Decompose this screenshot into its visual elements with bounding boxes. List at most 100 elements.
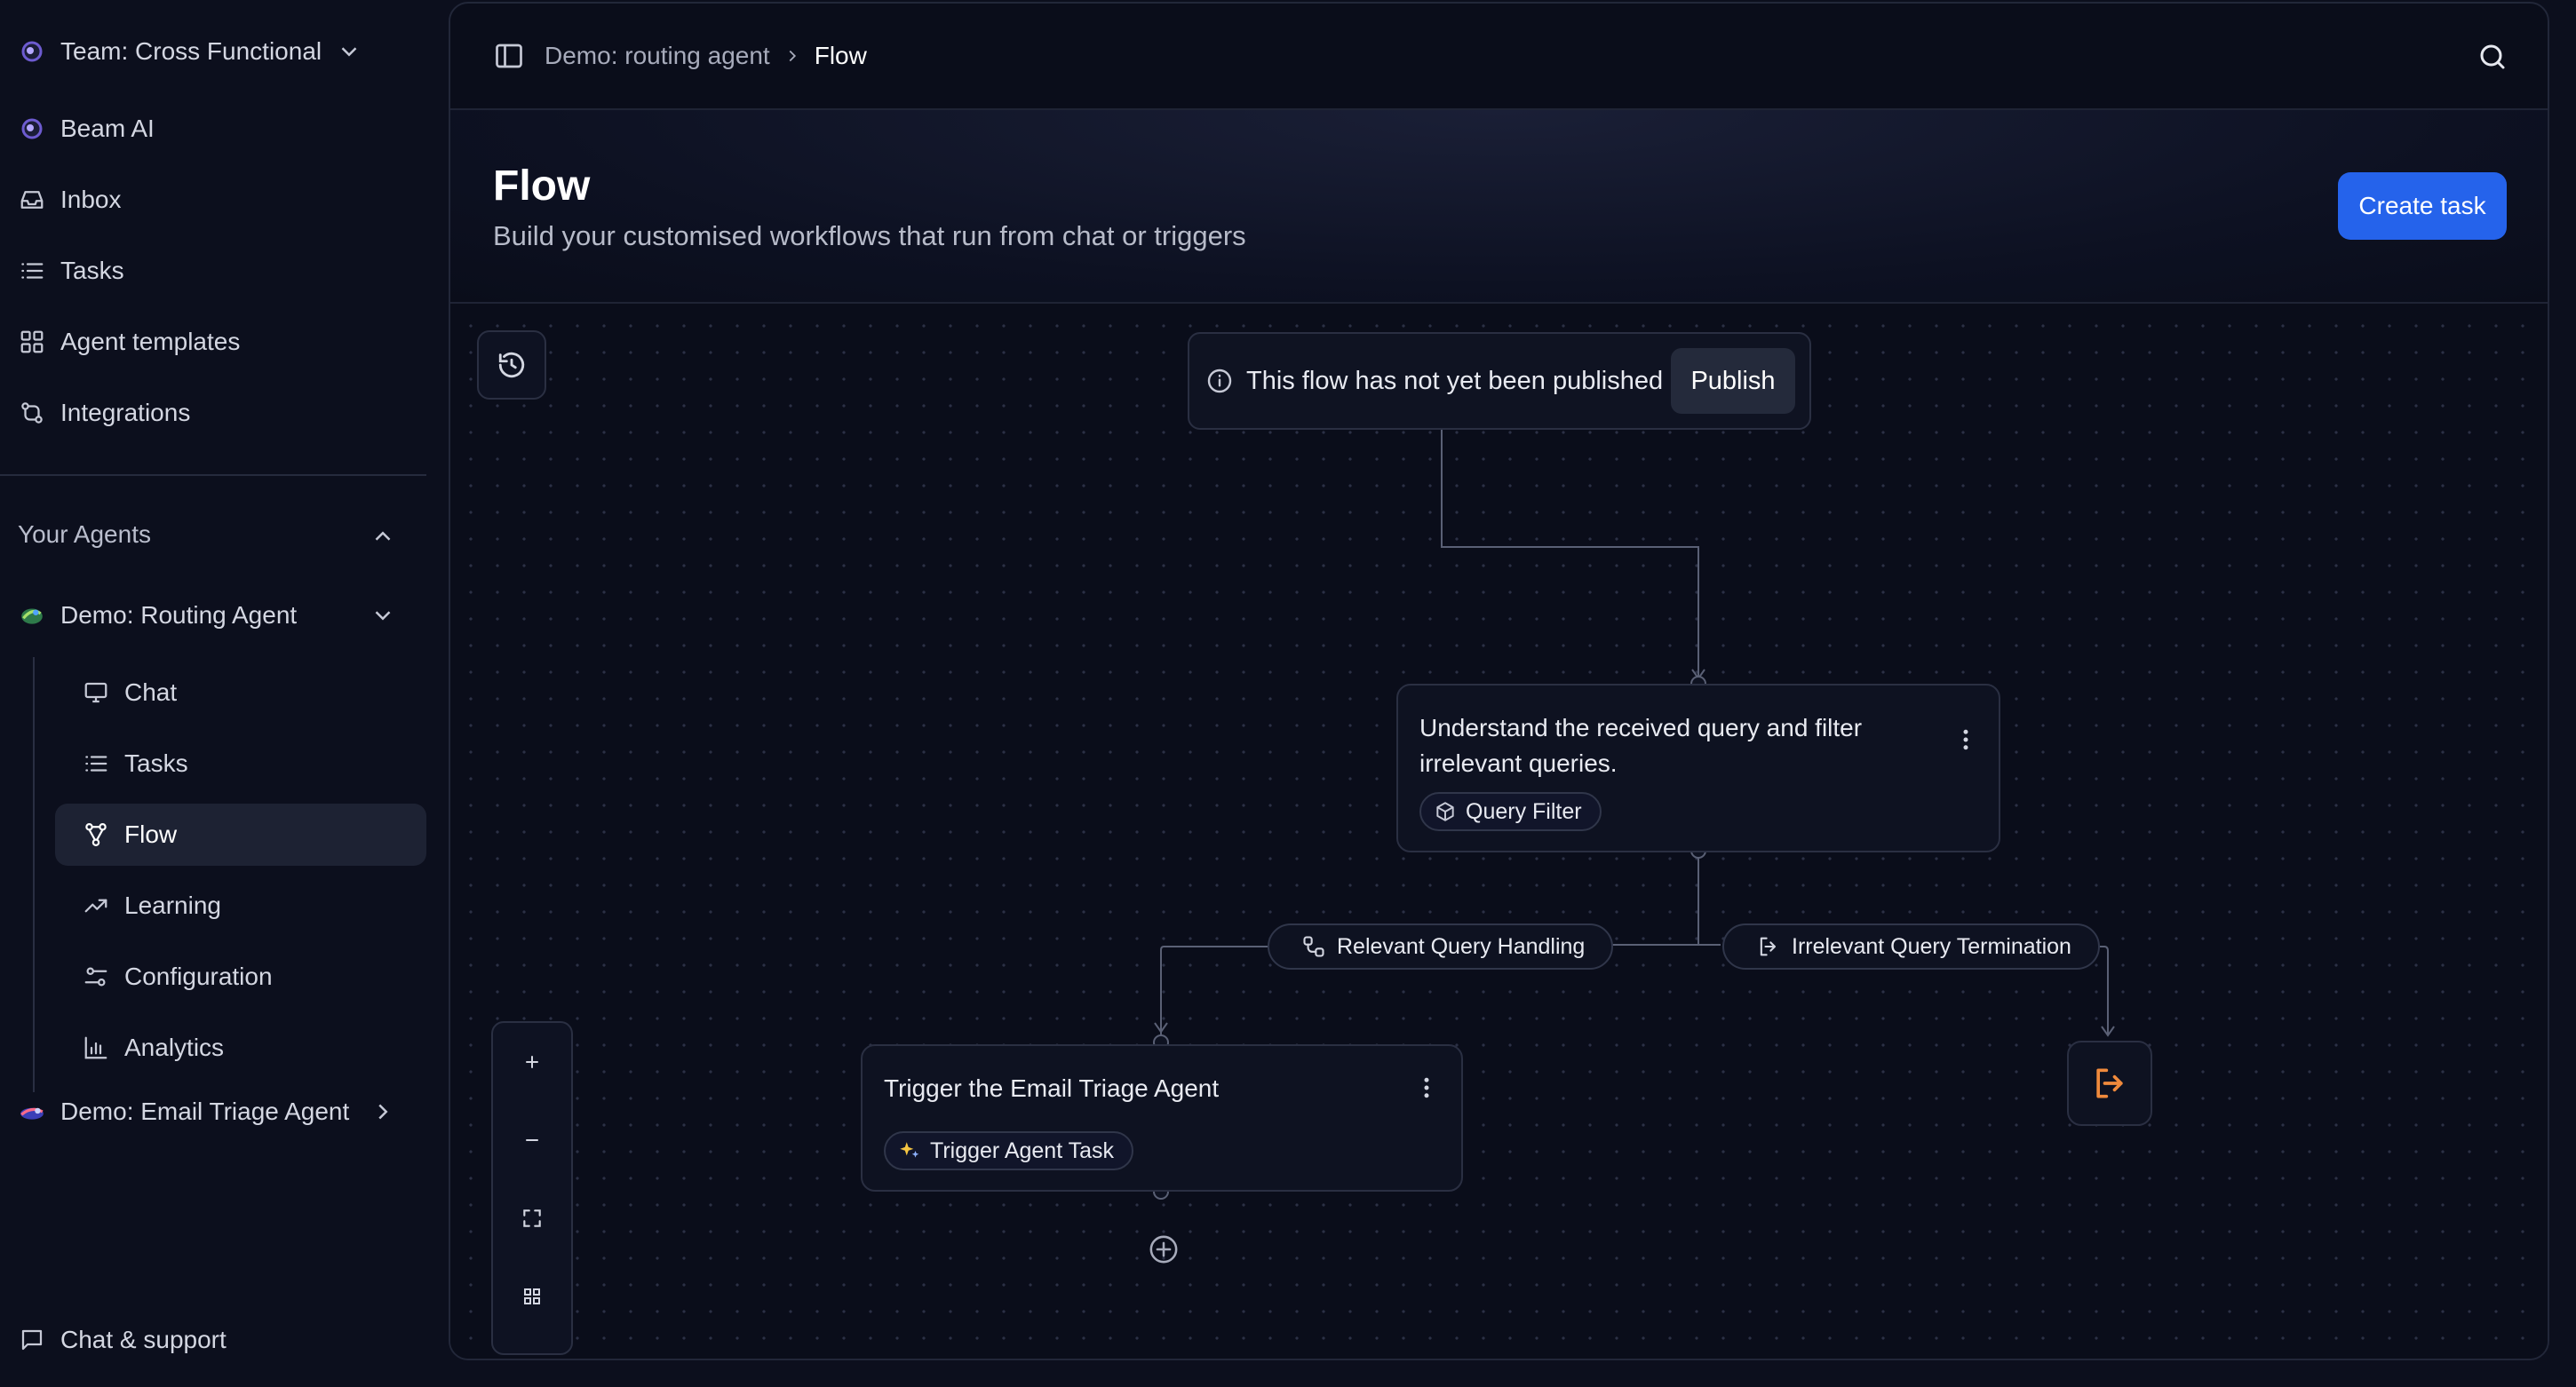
sidebar-item-label: Configuration: [124, 963, 273, 990]
create-task-button[interactable]: Create task: [2338, 172, 2507, 240]
sidebar-item-chat[interactable]: Chat: [55, 662, 426, 724]
list-icon: [80, 748, 112, 780]
sidebar-item-learning[interactable]: Learning: [55, 875, 426, 937]
page-header: Flow Build your customised workflows tha…: [450, 110, 2548, 304]
banner-text: This flow has not yet been published: [1246, 366, 1664, 395]
list-icon: [16, 255, 48, 287]
flow-icon: [80, 819, 112, 851]
agent-avatar-icon: [16, 1096, 48, 1128]
sidebar-item-label: Chat: [124, 678, 178, 706]
page-title: Flow: [493, 162, 591, 210]
nav-integrations[interactable]: Integrations: [0, 382, 190, 444]
sidebar-item-label: Analytics: [124, 1034, 225, 1061]
chevron-right-icon[interactable]: [370, 1098, 396, 1125]
team-switcher[interactable]: Team: Cross Functional: [0, 20, 373, 83]
chat-bubble-icon: [16, 1324, 48, 1356]
exit-icon: [2096, 1068, 2123, 1098]
zoom-controls: [491, 1021, 573, 1355]
integrations-icon: [16, 397, 48, 429]
your-agents-heading: Your Agents: [18, 520, 151, 548]
sidebar-item-label: Flow: [124, 820, 178, 848]
inbox-icon: [16, 184, 48, 216]
edge-filter-relevant: [1594, 852, 1699, 946]
node-description-line: Understand the received query and filter: [1419, 714, 1863, 741]
team-logo-icon: [16, 36, 48, 67]
sidebar: Team: Cross Functional Beam AI Inbox Tas…: [0, 0, 444, 1387]
edge-label-relevant[interactable]: Relevant Query Handling: [1268, 923, 1614, 970]
node-description-line: irrelevant queries.: [1419, 749, 1618, 777]
edge-label-text: Relevant Query Handling: [1337, 933, 1586, 959]
nav-label: Tasks: [60, 257, 124, 284]
agent-email-triage[interactable]: Demo: Email Triage Agent: [0, 1081, 409, 1143]
nav-agent-templates[interactable]: Agent templates: [0, 311, 240, 373]
nav-label: Inbox: [60, 186, 122, 213]
nav-tasks[interactable]: Tasks: [0, 240, 124, 302]
more-vertical-icon[interactable]: [1413, 1074, 1440, 1101]
minimap-button[interactable]: [493, 1257, 571, 1335]
agent-name: Demo: Email Triage Agent: [60, 1098, 350, 1125]
monitor-icon: [80, 677, 112, 709]
sidebar-divider: [0, 474, 426, 476]
page-subtitle: Build your customised workflows that run…: [493, 220, 1246, 251]
more-vertical-icon[interactable]: [1952, 726, 1979, 753]
chat-support-link[interactable]: Chat & support: [0, 1309, 227, 1371]
cube-icon: [1436, 802, 1454, 821]
agent-tree-line: [33, 657, 35, 1092]
sidebar-toggle-icon[interactable]: [493, 40, 525, 72]
sidebar-item-label: Learning: [124, 892, 221, 919]
edge-label-irrelevant[interactable]: Irrelevant Query Termination: [1722, 923, 2100, 970]
breadcrumb-parent[interactable]: Demo: routing agent: [545, 42, 770, 70]
nav-label: Beam AI: [60, 115, 155, 142]
team-name: Team: Cross Functional: [60, 37, 322, 65]
edge-label-text: Irrelevant Query Termination: [1792, 933, 2071, 959]
add-step-icon[interactable]: [1149, 1234, 1179, 1264]
flow-canvas[interactable]: This flow has not yet been published Pub…: [450, 305, 2548, 1359]
main-panel: Demo: routing agent Flow Flow Build your…: [449, 2, 2549, 1360]
support-label: Chat & support: [60, 1326, 227, 1353]
beam-logo-icon: [16, 113, 48, 145]
agent-avatar-icon: [16, 599, 48, 631]
agent-routing[interactable]: Demo: Routing Agent: [0, 584, 409, 646]
route-icon: [1303, 936, 1324, 957]
sliders-icon: [80, 961, 112, 993]
publish-button[interactable]: Publish: [1671, 348, 1795, 414]
topbar: Demo: routing agent Flow: [450, 4, 2548, 110]
sidebar-item-configuration[interactable]: Configuration: [55, 946, 426, 1008]
edge-relevant-to-trigger: [1160, 946, 1268, 1035]
nav-inbox[interactable]: Inbox: [0, 169, 122, 231]
sidebar-item-flow[interactable]: Flow: [55, 804, 426, 866]
node-description: Trigger the Email Triage Agent: [884, 1074, 1220, 1102]
node-description: Understand the received query and filter…: [1419, 710, 1862, 781]
node-trigger-agent[interactable]: Trigger the Email Triage Agent Trigger A…: [861, 1044, 1463, 1192]
history-button[interactable]: [477, 330, 546, 400]
sidebar-item-analytics[interactable]: Analytics: [55, 1017, 426, 1079]
chevron-down-icon[interactable]: [336, 38, 362, 65]
fit-view-icon: [523, 1209, 541, 1227]
grid-icon: [16, 326, 48, 358]
agent-name: Demo: Routing Agent: [60, 601, 298, 629]
unpublished-banner: This flow has not yet been published Pub…: [1188, 332, 1811, 430]
end-node[interactable]: [2067, 1041, 2152, 1126]
chevron-up-icon[interactable]: [370, 523, 396, 550]
trend-icon: [80, 890, 112, 922]
history-icon: [498, 352, 525, 378]
plus-icon: [526, 1056, 538, 1068]
zoom-in-button[interactable]: [493, 1023, 571, 1101]
sidebar-item-label: Tasks: [124, 749, 188, 777]
nav-beam-ai[interactable]: Beam AI: [0, 98, 155, 160]
fit-view-button[interactable]: [493, 1179, 571, 1257]
edge-start-to-filter: [1441, 430, 1699, 682]
sidebar-item-tasks[interactable]: Tasks: [55, 733, 426, 795]
search-icon[interactable]: [2477, 41, 2508, 73]
tag-label: Query Filter: [1466, 798, 1582, 824]
tag-label: Trigger Agent Task: [930, 1137, 1115, 1163]
zoom-out-button[interactable]: [493, 1101, 571, 1179]
nav-label: Integrations: [60, 399, 191, 426]
chevron-down-icon[interactable]: [370, 602, 396, 629]
node-query-filter[interactable]: Understand the received query and filter…: [1396, 684, 2000, 852]
node-tag: Query Filter: [1419, 792, 1602, 831]
node-tag: Trigger Agent Task: [884, 1131, 1134, 1170]
exit-icon: [1760, 937, 1777, 956]
nav-label: Agent templates: [60, 328, 241, 355]
chevron-right-icon: [789, 50, 796, 62]
